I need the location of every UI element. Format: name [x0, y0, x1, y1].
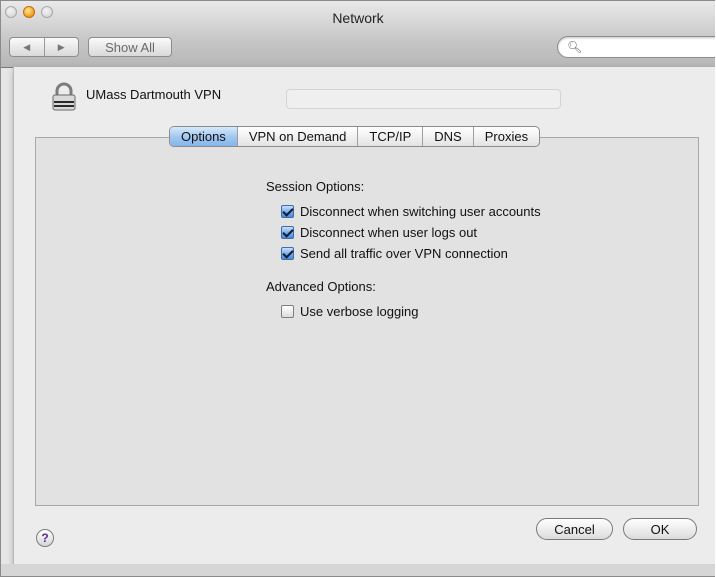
magnifier-icon: 🔍︎ [567, 40, 583, 54]
advanced-options-heading: Advanced Options: [266, 279, 376, 294]
search-input[interactable] [582, 39, 715, 57]
help-button[interactable]: ? [36, 529, 54, 547]
ok-button[interactable]: OK [623, 518, 697, 540]
send-all-traffic-checkbox[interactable] [281, 246, 294, 260]
cancel-button[interactable]: Cancel [536, 518, 613, 540]
forward-button[interactable]: ▶ [43, 38, 79, 56]
network-window: Network ◀ ▶ Show All 🔍︎ UMass Dartmouth … [0, 0, 715, 577]
options-panel [35, 137, 699, 506]
background-popup [286, 89, 561, 109]
connection-name: UMass Dartmouth VPN [86, 87, 222, 102]
search-field[interactable]: 🔍︎ [557, 36, 715, 58]
left-triangle-icon: ◀ [23, 41, 31, 52]
checkbox-label: Use verbose logging [300, 303, 419, 319]
disconnect-logout-option[interactable]: Disconnect when user logs out [281, 224, 477, 240]
tab-bar: Options VPN on Demand TCP/IP DNS Proxies [169, 126, 541, 147]
send-all-traffic-option[interactable]: Send all traffic over VPN connection [281, 245, 508, 261]
show-all-button[interactable]: Show All [88, 37, 172, 57]
checkbox-label: Disconnect when user logs out [300, 224, 478, 240]
disconnect-switching-accounts-option[interactable]: Disconnect when switching user accounts [281, 203, 541, 219]
verbose-logging-checkbox[interactable] [281, 304, 294, 318]
tab-vpn-on-demand[interactable]: VPN on Demand [236, 127, 358, 146]
title-bar: Network ◀ ▶ Show All 🔍︎ [1, 1, 715, 68]
padlock-icon [52, 82, 76, 111]
right-triangle-icon: ▶ [57, 41, 65, 52]
back-button[interactable]: ◀ [10, 38, 44, 56]
tab-proxies[interactable]: Proxies [472, 127, 539, 146]
tab-tcp-ip[interactable]: TCP/IP [357, 127, 422, 146]
window-bottom-edge [1, 564, 715, 576]
session-options-heading: Session Options: [266, 179, 365, 194]
checkbox-label: Send all traffic over VPN connection [300, 245, 508, 261]
disconnect-logout-checkbox[interactable] [281, 225, 294, 239]
verbose-logging-option[interactable]: Use verbose logging [281, 303, 419, 319]
checkbox-label: Disconnect when switching user accounts [300, 203, 541, 219]
back-forward-control: ◀ ▶ [9, 37, 79, 57]
tab-options[interactable]: Options [170, 127, 237, 146]
window-title: Network [332, 10, 384, 26]
tab-dns[interactable]: DNS [422, 127, 472, 146]
disconnect-switching-accounts-checkbox[interactable] [281, 204, 294, 218]
